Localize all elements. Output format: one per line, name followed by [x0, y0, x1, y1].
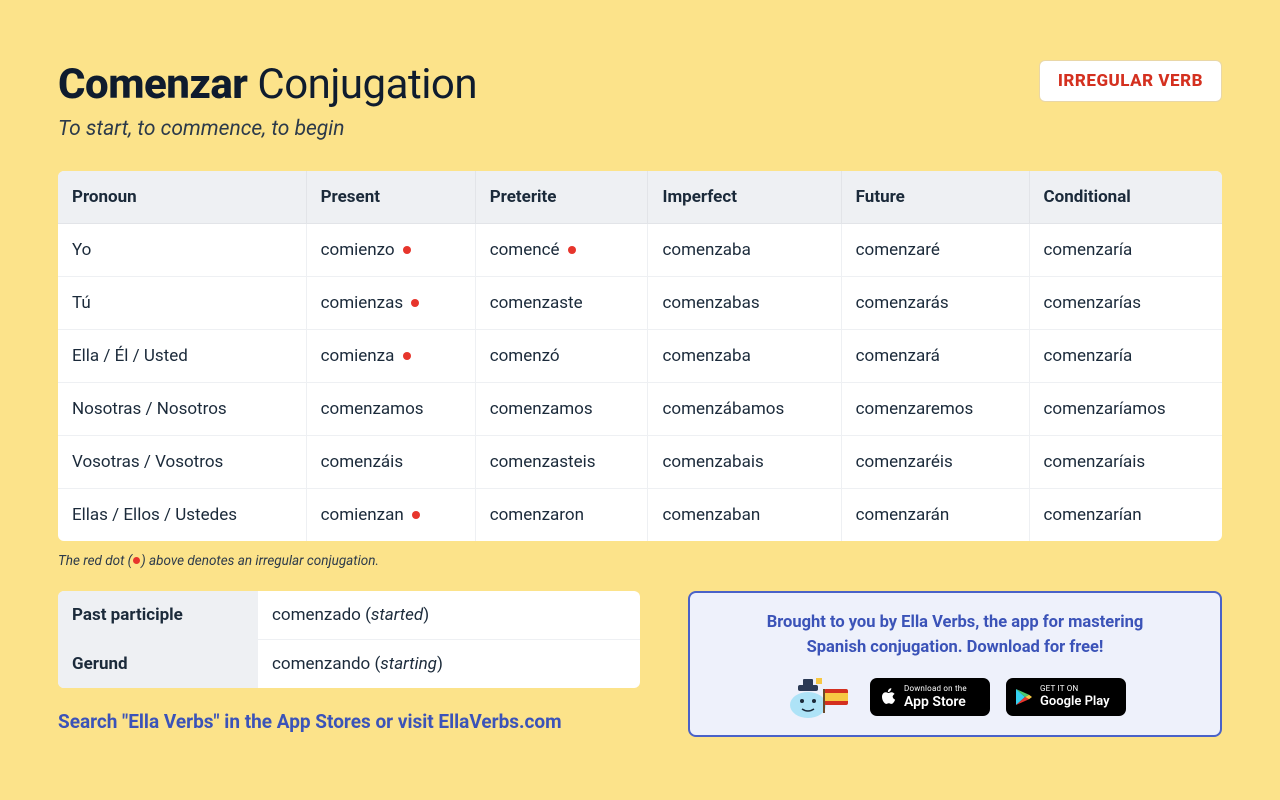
conjugation-cell: comenzaré	[842, 224, 1030, 277]
table-row: Túcomienzas comenzaste comenzabas comenz…	[58, 277, 1222, 330]
column-header: Present	[307, 171, 476, 224]
participle-table: Past participlecomenzado (started)Gerund…	[58, 591, 640, 688]
search-instruction: Search "Ella Verbs" in the App Stores or…	[58, 710, 640, 733]
irregular-dot-icon	[403, 352, 411, 360]
conjugation-cell: comenzaríamos	[1030, 383, 1223, 436]
column-header: Imperfect	[648, 171, 841, 224]
table-row: Nosotras / Nosotroscomenzamos comenzamos…	[58, 383, 1222, 436]
conjugation-cell: comenzaremos	[842, 383, 1030, 436]
conjugation-cell: comenzabais	[648, 436, 841, 489]
participle-label: Past participle	[58, 591, 258, 640]
table-row: Vosotras / Vosotroscomenzáis comenzastei…	[58, 436, 1222, 489]
conjugation-cell: comenzarás	[842, 277, 1030, 330]
conjugation-cell: comenzáis	[307, 436, 476, 489]
conjugation-cell: comenzábamos	[648, 383, 841, 436]
pronoun-cell: Ella / Él / Usted	[58, 330, 307, 383]
conjugation-cell: comenzamos	[307, 383, 476, 436]
footnote: The red dot () above denotes an irregula…	[58, 553, 1222, 569]
table-row: Ella / Él / Ustedcomienza comenzó comenz…	[58, 330, 1222, 383]
participle-value: comenzando (starting)	[258, 640, 640, 688]
irregular-dot-icon	[412, 511, 420, 519]
conjugation-cell: comienza	[307, 330, 476, 383]
table-row: Past participlecomenzado (started)	[58, 591, 640, 640]
conjugation-cell: comenzabas	[648, 277, 841, 330]
conjugation-cell: comenzaba	[648, 330, 841, 383]
pronoun-cell: Nosotras / Nosotros	[58, 383, 307, 436]
promo-panel: Brought to you by Ella Verbs, the app fo…	[688, 591, 1222, 737]
conjugation-cell: comenzaría	[1030, 224, 1223, 277]
page-title: Comenzar Conjugation	[58, 60, 477, 109]
conjugation-cell: comenzaste	[476, 277, 649, 330]
conjugation-cell: comienzas	[307, 277, 476, 330]
pronoun-cell: Ellas / Ellos / Ustedes	[58, 489, 307, 541]
title-suffix: Conjugation	[247, 60, 477, 109]
pronoun-cell: Yo	[58, 224, 307, 277]
conjugation-cell: comenzaréis	[842, 436, 1030, 489]
conjugation-cell: comenzarían	[1030, 489, 1223, 541]
irregular-badge: IRREGULAR VERB	[1039, 60, 1222, 102]
column-header: Preterite	[476, 171, 649, 224]
conjugation-cell: comenzó	[476, 330, 649, 383]
mascot-icon	[784, 675, 854, 719]
conjugation-cell: comenzaron	[476, 489, 649, 541]
table-row: Yocomienzo comencé comenzaba comenzaré c…	[58, 224, 1222, 277]
pronoun-cell: Tú	[58, 277, 307, 330]
conjugation-cell: comenzará	[842, 330, 1030, 383]
pronoun-cell: Vosotras / Vosotros	[58, 436, 307, 489]
irregular-dot-icon	[403, 246, 411, 254]
conjugation-cell: comencé	[476, 224, 649, 277]
conjugation-cell: comenzamos	[476, 383, 649, 436]
conjugation-cell: comenzarías	[1030, 277, 1223, 330]
column-header: Conditional	[1030, 171, 1223, 224]
conjugation-table: PronounPresentPreteriteImperfectFutureCo…	[58, 171, 1222, 541]
google-play-icon	[1015, 688, 1033, 706]
conjugation-cell: comienzo	[307, 224, 476, 277]
table-row: Gerundcomenzando (starting)	[58, 640, 640, 688]
participle-label: Gerund	[58, 640, 258, 688]
conjugation-cell: comenzasteis	[476, 436, 649, 489]
conjugation-cell: comenzaría	[1030, 330, 1223, 383]
column-header: Future	[842, 171, 1030, 224]
red-dot-icon	[133, 557, 140, 564]
conjugation-cell: comienzan	[307, 489, 476, 541]
conjugation-cell: comenzaba	[648, 224, 841, 277]
irregular-dot-icon	[411, 299, 419, 307]
app-store-button[interactable]: Download on the App Store	[870, 678, 990, 716]
conjugation-cell: comenzaríais	[1030, 436, 1223, 489]
column-header: Pronoun	[58, 171, 307, 224]
google-play-button[interactable]: GET IT ON Google Play	[1006, 678, 1126, 716]
promo-text: Brought to you by Ella Verbs, the app fo…	[710, 611, 1200, 661]
conjugation-cell: comenzarán	[842, 489, 1030, 541]
irregular-dot-icon	[568, 246, 576, 254]
verb-name: Comenzar	[58, 60, 247, 109]
table-row: Ellas / Ellos / Ustedescomienzan comenza…	[58, 489, 1222, 541]
apple-logo-icon	[879, 687, 897, 707]
participle-value: comenzado (started)	[258, 591, 640, 640]
verb-translation: To start, to commence, to begin	[58, 117, 477, 141]
conjugation-cell: comenzaban	[648, 489, 841, 541]
